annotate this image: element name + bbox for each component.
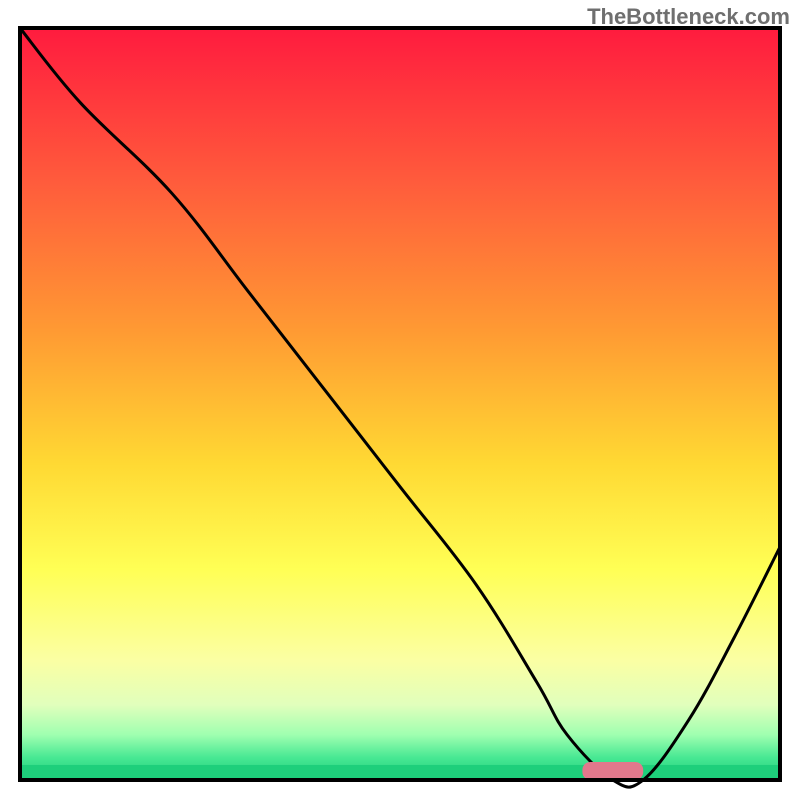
bottleneck-chart bbox=[0, 0, 800, 800]
watermark-text: TheBottleneck.com bbox=[587, 4, 790, 30]
optimal-zone-marker bbox=[582, 762, 643, 780]
chart-container: TheBottleneck.com bbox=[0, 0, 800, 800]
plot-background bbox=[20, 28, 780, 780]
plot-bottom-strip bbox=[20, 765, 780, 780]
